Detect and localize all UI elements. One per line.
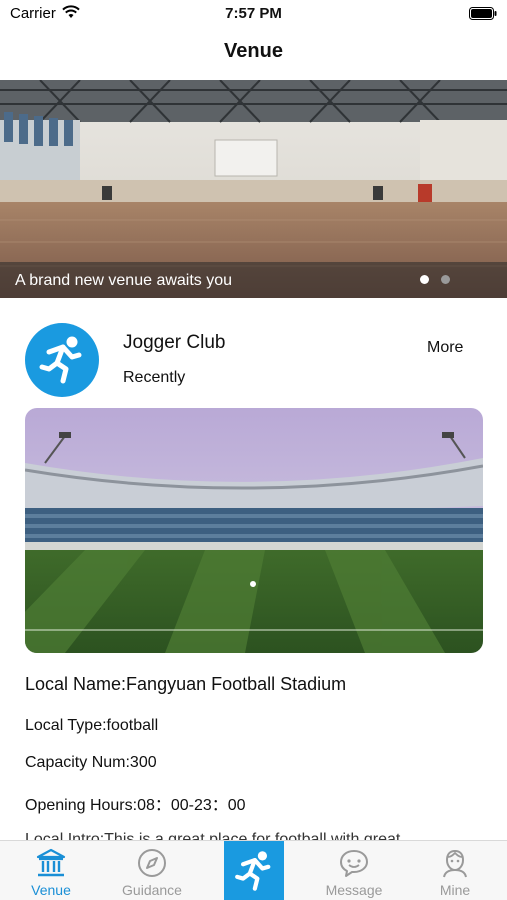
more-link[interactable]: More: [427, 339, 463, 357]
temple-icon: [36, 848, 66, 877]
venue-photo[interactable]: [25, 408, 483, 653]
battery-icon: [469, 7, 497, 20]
tab-label: Message: [325, 882, 383, 898]
status-bar: Carrier 7:57 PM: [0, 0, 507, 30]
compass-icon: [138, 849, 166, 877]
tab-message[interactable]: Message: [314, 841, 394, 900]
page-dot[interactable]: [441, 275, 450, 284]
page-dot-active[interactable]: [420, 275, 429, 284]
banner-caption: A brand new venue awaits you: [15, 272, 233, 289]
running-man-icon: [235, 851, 271, 891]
page-title: Venue: [224, 40, 283, 62]
tab-mine[interactable]: Mine: [415, 841, 495, 900]
tab-label: Venue: [31, 882, 71, 898]
tab-label: Guidance: [122, 882, 182, 898]
tab-venue[interactable]: Venue: [11, 841, 91, 900]
clock: 7:57 PM: [225, 5, 282, 22]
tab-bar: Venue Guidance Message Mine: [0, 840, 507, 900]
venue-capacity: Capacity Num:300: [25, 754, 157, 771]
tab-center-action[interactable]: [224, 841, 284, 900]
user-face-icon: [443, 849, 467, 878]
club-logo[interactable]: [25, 323, 99, 397]
stadium-image: [25, 408, 483, 653]
club-name: Jogger Club: [123, 332, 226, 353]
club-subtitle: Recently: [123, 369, 186, 386]
tab-label: Mine: [439, 882, 471, 898]
venue-hours: Opening Hours:08：00-23：00: [25, 797, 246, 814]
venue-name: Local Name:Fangyuan Football Stadium: [25, 674, 347, 694]
running-man-icon: [39, 336, 82, 384]
tab-guidance[interactable]: Guidance: [112, 841, 192, 900]
banner-carousel[interactable]: A brand new venue awaits you: [0, 80, 507, 298]
chat-bubble-icon: [340, 850, 368, 877]
venue-type: Local Type:football: [25, 717, 159, 734]
